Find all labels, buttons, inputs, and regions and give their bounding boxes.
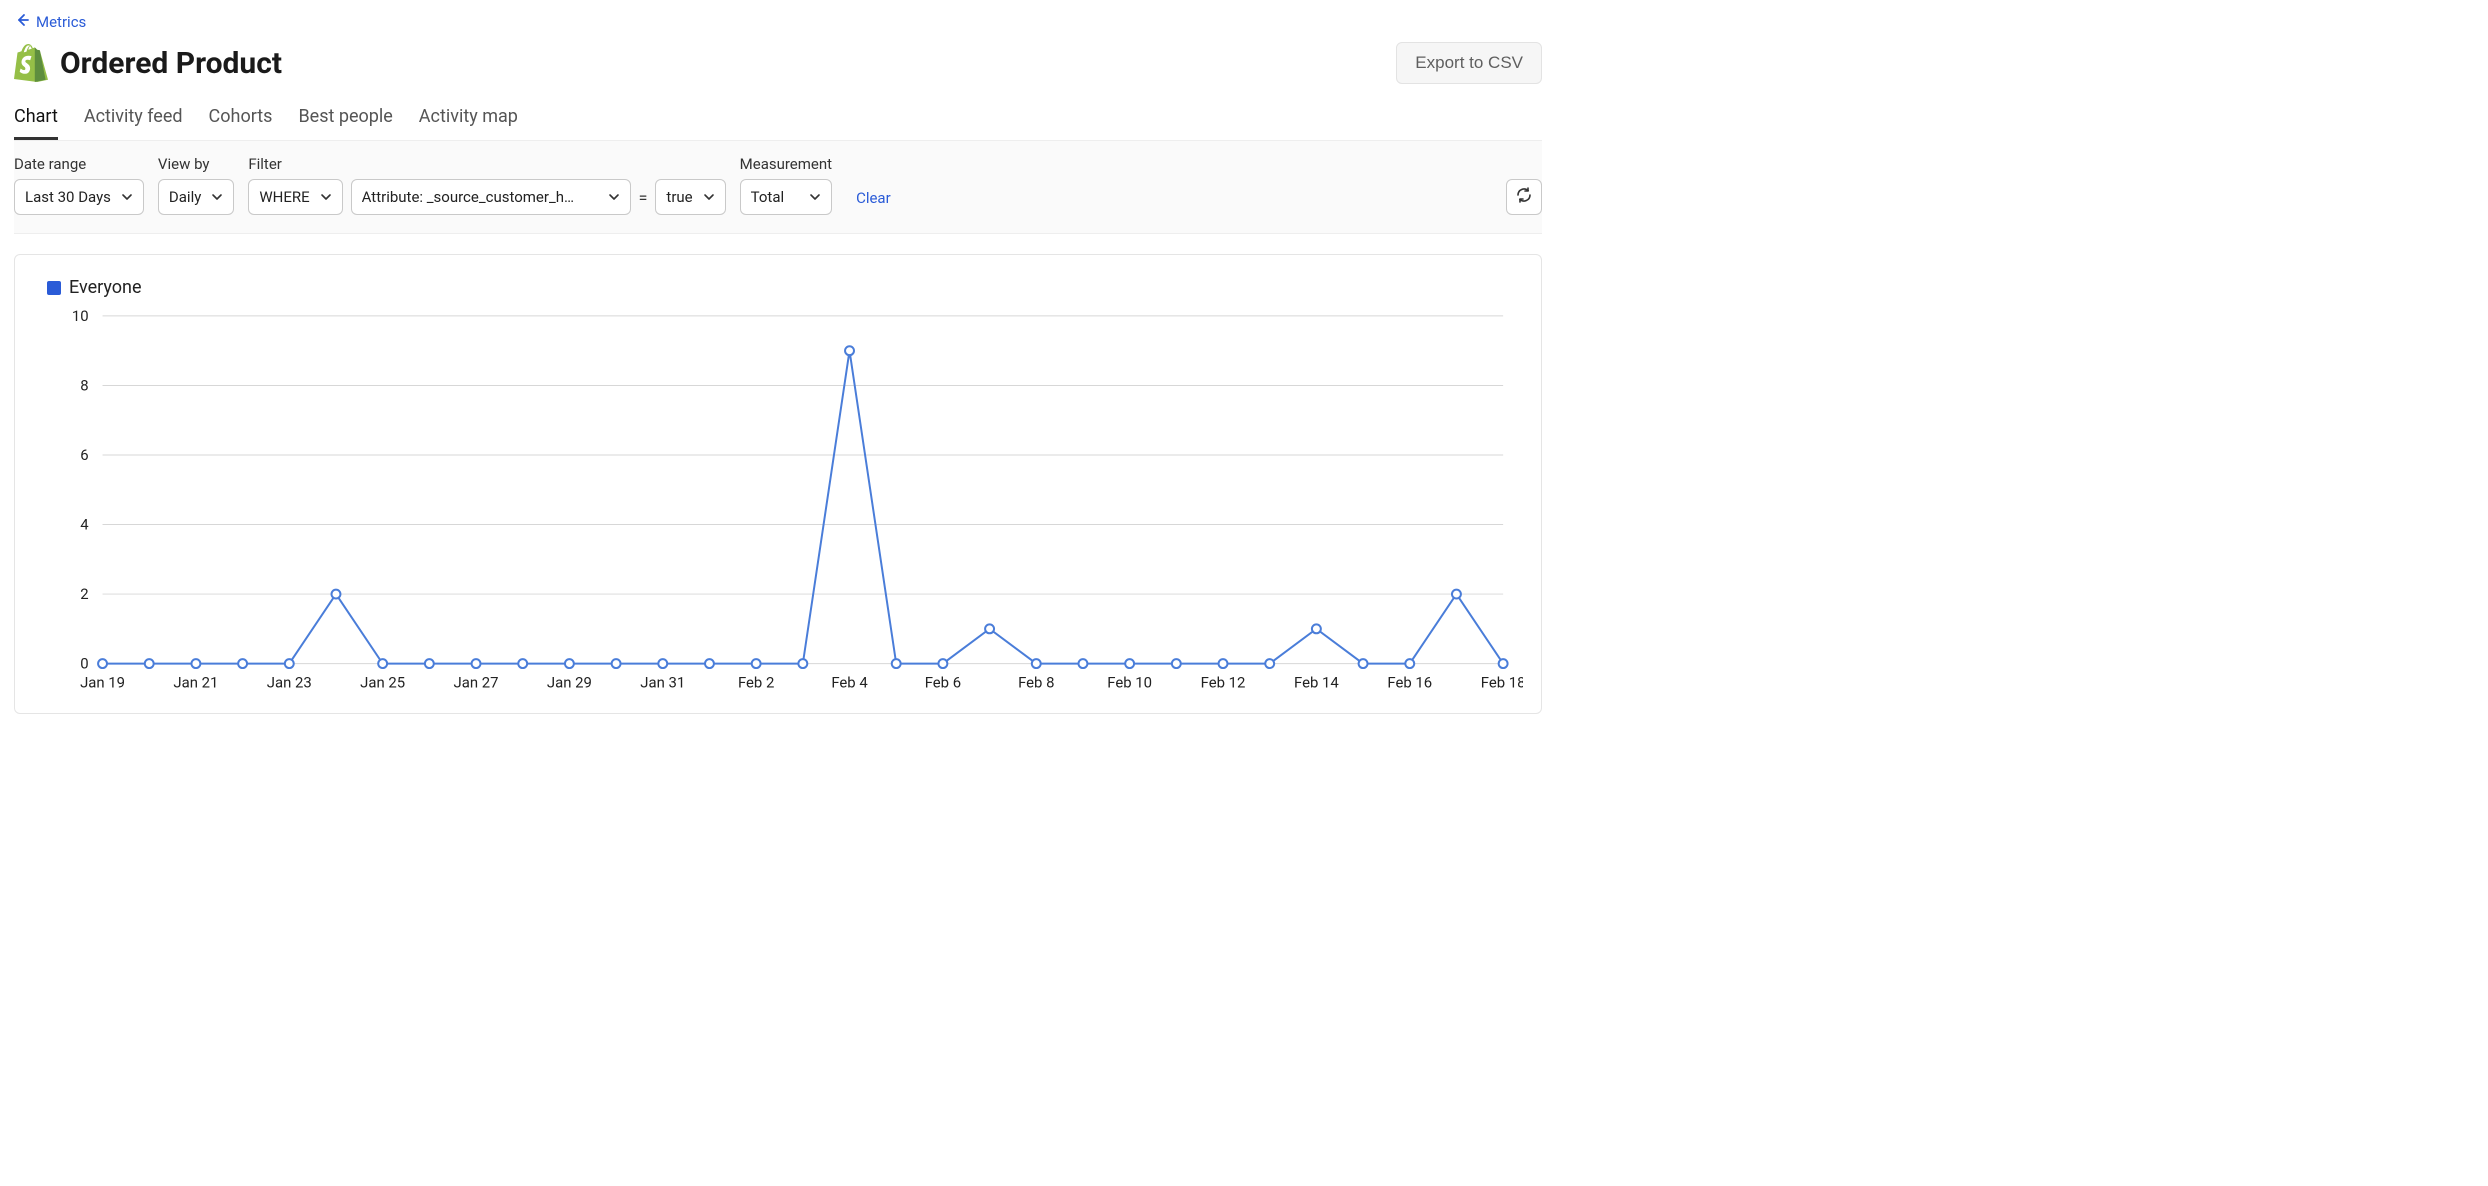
back-link[interactable]: Metrics [14, 12, 86, 32]
svg-text:Feb 12: Feb 12 [1201, 673, 1246, 691]
view-by-select[interactable]: Daily [158, 179, 234, 215]
tab-best-people[interactable]: Best people [298, 106, 392, 140]
legend-swatch [47, 281, 61, 295]
line-chart: 0 2 4 6 8 10 Jan 19 Jan 21 Jan 23 Jan 25 Jan 27 Jan… [33, 306, 1523, 703]
export-csv-button[interactable]: Export to CSV [1396, 42, 1542, 84]
date-range-select[interactable]: Last 30 Days [14, 179, 144, 215]
chart-card: Everyone 0 2 4 6 8 10 Jan 19 Jan 21 Jan 23 Jan 25… [14, 254, 1542, 714]
legend-label: Everyone [69, 277, 142, 298]
chevron-down-icon [809, 191, 821, 203]
svg-text:Jan 29: Jan 29 [547, 673, 592, 691]
refresh-button[interactable] [1506, 179, 1542, 215]
tab-activity-map[interactable]: Activity map [419, 106, 518, 140]
filter-equals: = [639, 188, 648, 207]
svg-text:Jan 23: Jan 23 [267, 673, 312, 691]
page-title: Ordered Product [60, 46, 282, 81]
svg-text:Feb 16: Feb 16 [1387, 673, 1432, 691]
measurement-label: Measurement [740, 155, 832, 173]
svg-text:0: 0 [80, 655, 88, 673]
arrow-left-icon [14, 12, 30, 32]
shopify-icon [14, 44, 48, 82]
chevron-down-icon [121, 191, 133, 203]
tab-cohorts[interactable]: Cohorts [209, 106, 273, 140]
svg-text:2: 2 [80, 585, 88, 603]
view-by-label: View by [158, 155, 234, 173]
svg-text:6: 6 [80, 446, 88, 464]
chevron-down-icon [320, 191, 332, 203]
filter-value-select[interactable]: true [655, 179, 725, 215]
svg-text:Feb 14: Feb 14 [1294, 673, 1339, 691]
tab-chart[interactable]: Chart [14, 106, 58, 140]
chevron-down-icon [703, 191, 715, 203]
svg-text:Feb 2: Feb 2 [738, 673, 774, 691]
chevron-down-icon [608, 191, 620, 203]
svg-text:4: 4 [80, 515, 89, 533]
filter-label: Filter [248, 155, 725, 173]
date-range-label: Date range [14, 155, 144, 173]
svg-text:Jan 31: Jan 31 [640, 673, 685, 691]
measurement-select[interactable]: Total [740, 179, 832, 215]
svg-text:Feb 10: Feb 10 [1107, 673, 1152, 691]
filter-attribute-select[interactable]: Attribute: _source_customer_h… [351, 179, 631, 215]
svg-text:Feb 8: Feb 8 [1018, 673, 1054, 691]
refresh-icon [1515, 186, 1533, 208]
back-link-label: Metrics [36, 13, 86, 31]
svg-text:Jan 25: Jan 25 [360, 673, 405, 691]
svg-text:Feb 18: Feb 18 [1481, 673, 1523, 691]
tab-activity-feed[interactable]: Activity feed [84, 106, 183, 140]
svg-text:8: 8 [80, 376, 88, 394]
svg-text:10: 10 [72, 307, 89, 325]
svg-text:Feb 4: Feb 4 [831, 673, 868, 691]
svg-text:Jan 21: Jan 21 [173, 673, 218, 691]
chart-legend: Everyone [47, 277, 1523, 298]
svg-text:Jan 27: Jan 27 [454, 673, 499, 691]
svg-text:Jan 19: Jan 19 [80, 673, 125, 691]
svg-text:Feb 6: Feb 6 [925, 673, 961, 691]
filter-where-select[interactable]: WHERE [248, 179, 342, 215]
clear-link[interactable]: Clear [856, 189, 891, 215]
chevron-down-icon [211, 191, 223, 203]
tabs: Chart Activity feed Cohorts Best people … [14, 106, 1542, 140]
